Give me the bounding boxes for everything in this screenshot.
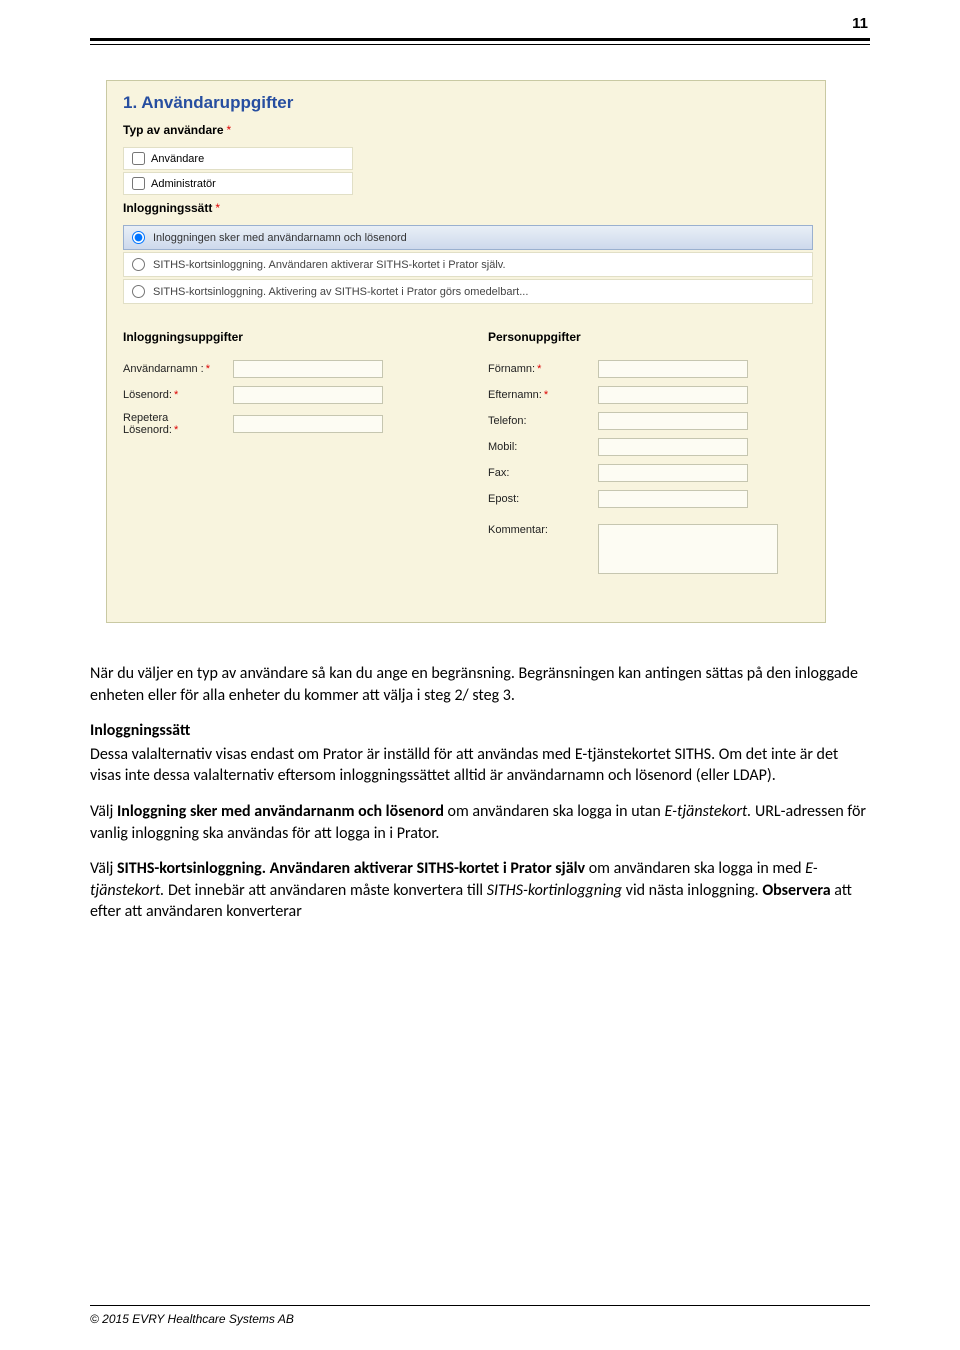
person-details-column: Personuppgifter Förnamn:* Efternamn:* Te… bbox=[488, 330, 813, 582]
page-number: 11 bbox=[852, 15, 868, 32]
radio-option-siths-immediate-label: SITHS-kortsinloggning. Aktivering av SIT… bbox=[153, 286, 528, 298]
checkbox-user-label: Användare bbox=[151, 153, 204, 165]
section-login-method-label: Inloggningssätt bbox=[123, 201, 212, 215]
radio-option-siths-self[interactable]: SITHS-kortsinloggning. Användaren aktive… bbox=[123, 252, 813, 277]
footer-copyright: © 2015 EVRY Healthcare Systems AB bbox=[90, 1312, 294, 1326]
firstname-input[interactable] bbox=[598, 360, 748, 378]
body-p4: Välj SITHS-kortsinloggning. Användaren a… bbox=[90, 858, 870, 923]
radio-option-username[interactable]: Inloggningen sker med användarnamn och l… bbox=[123, 225, 813, 250]
body-text: När du väljer en typ av användare så kan… bbox=[90, 663, 870, 923]
comment-input[interactable] bbox=[598, 524, 778, 574]
username-input[interactable] bbox=[233, 360, 383, 378]
section-user-type-label: Typ av användare bbox=[123, 123, 224, 137]
form-panel: 1. Användaruppgifter Typ av användare* A… bbox=[106, 80, 826, 623]
checkbox-admin[interactable]: Administratör bbox=[123, 172, 353, 195]
radio-option-siths-self-label: SITHS-kortsinloggning. Användaren aktive… bbox=[153, 259, 506, 271]
login-details-column: Inloggningsuppgifter Användarnamn :* Lös… bbox=[123, 330, 448, 582]
username-label: Användarnamn :* bbox=[123, 363, 233, 375]
radio-option-siths-self-input[interactable] bbox=[132, 258, 145, 271]
repeat-password-label: Repetera Lösenord:* bbox=[123, 412, 233, 436]
section-login-method-title: Inloggningssätt* bbox=[123, 201, 813, 215]
comment-label: Kommentar: bbox=[488, 524, 598, 536]
form-heading: 1. Användaruppgifter bbox=[123, 93, 813, 113]
username-row: Användarnamn :* bbox=[123, 360, 448, 378]
checkbox-admin-label: Administratör bbox=[151, 178, 216, 190]
required-marker: * bbox=[227, 123, 232, 137]
radio-option-siths-immediate[interactable]: SITHS-kortsinloggning. Aktivering av SIT… bbox=[123, 279, 813, 304]
mobile-input[interactable] bbox=[598, 438, 748, 456]
body-p3: Välj Inloggning sker med användarnanm oc… bbox=[90, 801, 870, 844]
lastname-label: Efternamn:* bbox=[488, 389, 598, 401]
top-rule-heavy bbox=[90, 38, 870, 41]
body-p1: När du väljer en typ av användare så kan… bbox=[90, 663, 870, 706]
radio-option-username-input[interactable] bbox=[132, 231, 145, 244]
phone-input[interactable] bbox=[598, 412, 748, 430]
body-h-login: Inloggningssätt bbox=[90, 720, 870, 742]
login-details-title: Inloggningsuppgifter bbox=[123, 330, 448, 344]
email-row: Epost: bbox=[488, 490, 813, 508]
fax-row: Fax: bbox=[488, 464, 813, 482]
email-input[interactable] bbox=[598, 490, 748, 508]
body-p2: Dessa valalternativ visas endast om Prat… bbox=[90, 744, 870, 787]
mobile-row: Mobil: bbox=[488, 438, 813, 456]
phone-row: Telefon: bbox=[488, 412, 813, 430]
mobile-label: Mobil: bbox=[488, 441, 598, 453]
footer: © 2015 EVRY Healthcare Systems AB bbox=[90, 1305, 870, 1326]
required-marker: * bbox=[215, 201, 220, 215]
checkbox-admin-input[interactable] bbox=[132, 177, 145, 190]
comment-row: Kommentar: bbox=[488, 524, 813, 574]
checkbox-user[interactable]: Användare bbox=[123, 147, 353, 170]
fax-label: Fax: bbox=[488, 467, 598, 479]
person-details-title: Personuppgifter bbox=[488, 330, 813, 344]
fax-input[interactable] bbox=[598, 464, 748, 482]
section-user-type-title: Typ av användare* bbox=[123, 123, 813, 137]
phone-label: Telefon: bbox=[488, 415, 598, 427]
password-input[interactable] bbox=[233, 386, 383, 404]
checkbox-user-input[interactable] bbox=[132, 152, 145, 165]
firstname-label: Förnamn:* bbox=[488, 363, 598, 375]
radio-option-siths-immediate-input[interactable] bbox=[132, 285, 145, 298]
lastname-input[interactable] bbox=[598, 386, 748, 404]
repeat-password-input[interactable] bbox=[233, 415, 383, 433]
details-columns: Inloggningsuppgifter Användarnamn :* Lös… bbox=[123, 330, 813, 582]
radio-list: Inloggningen sker med användarnamn och l… bbox=[123, 225, 813, 304]
firstname-row: Förnamn:* bbox=[488, 360, 813, 378]
top-rule-light bbox=[90, 44, 870, 45]
password-label: Lösenord:* bbox=[123, 389, 233, 401]
repeat-password-row: Repetera Lösenord:* bbox=[123, 412, 448, 436]
email-label: Epost: bbox=[488, 493, 598, 505]
password-row: Lösenord:* bbox=[123, 386, 448, 404]
radio-option-username-label: Inloggningen sker med användarnamn och l… bbox=[153, 232, 407, 244]
lastname-row: Efternamn:* bbox=[488, 386, 813, 404]
